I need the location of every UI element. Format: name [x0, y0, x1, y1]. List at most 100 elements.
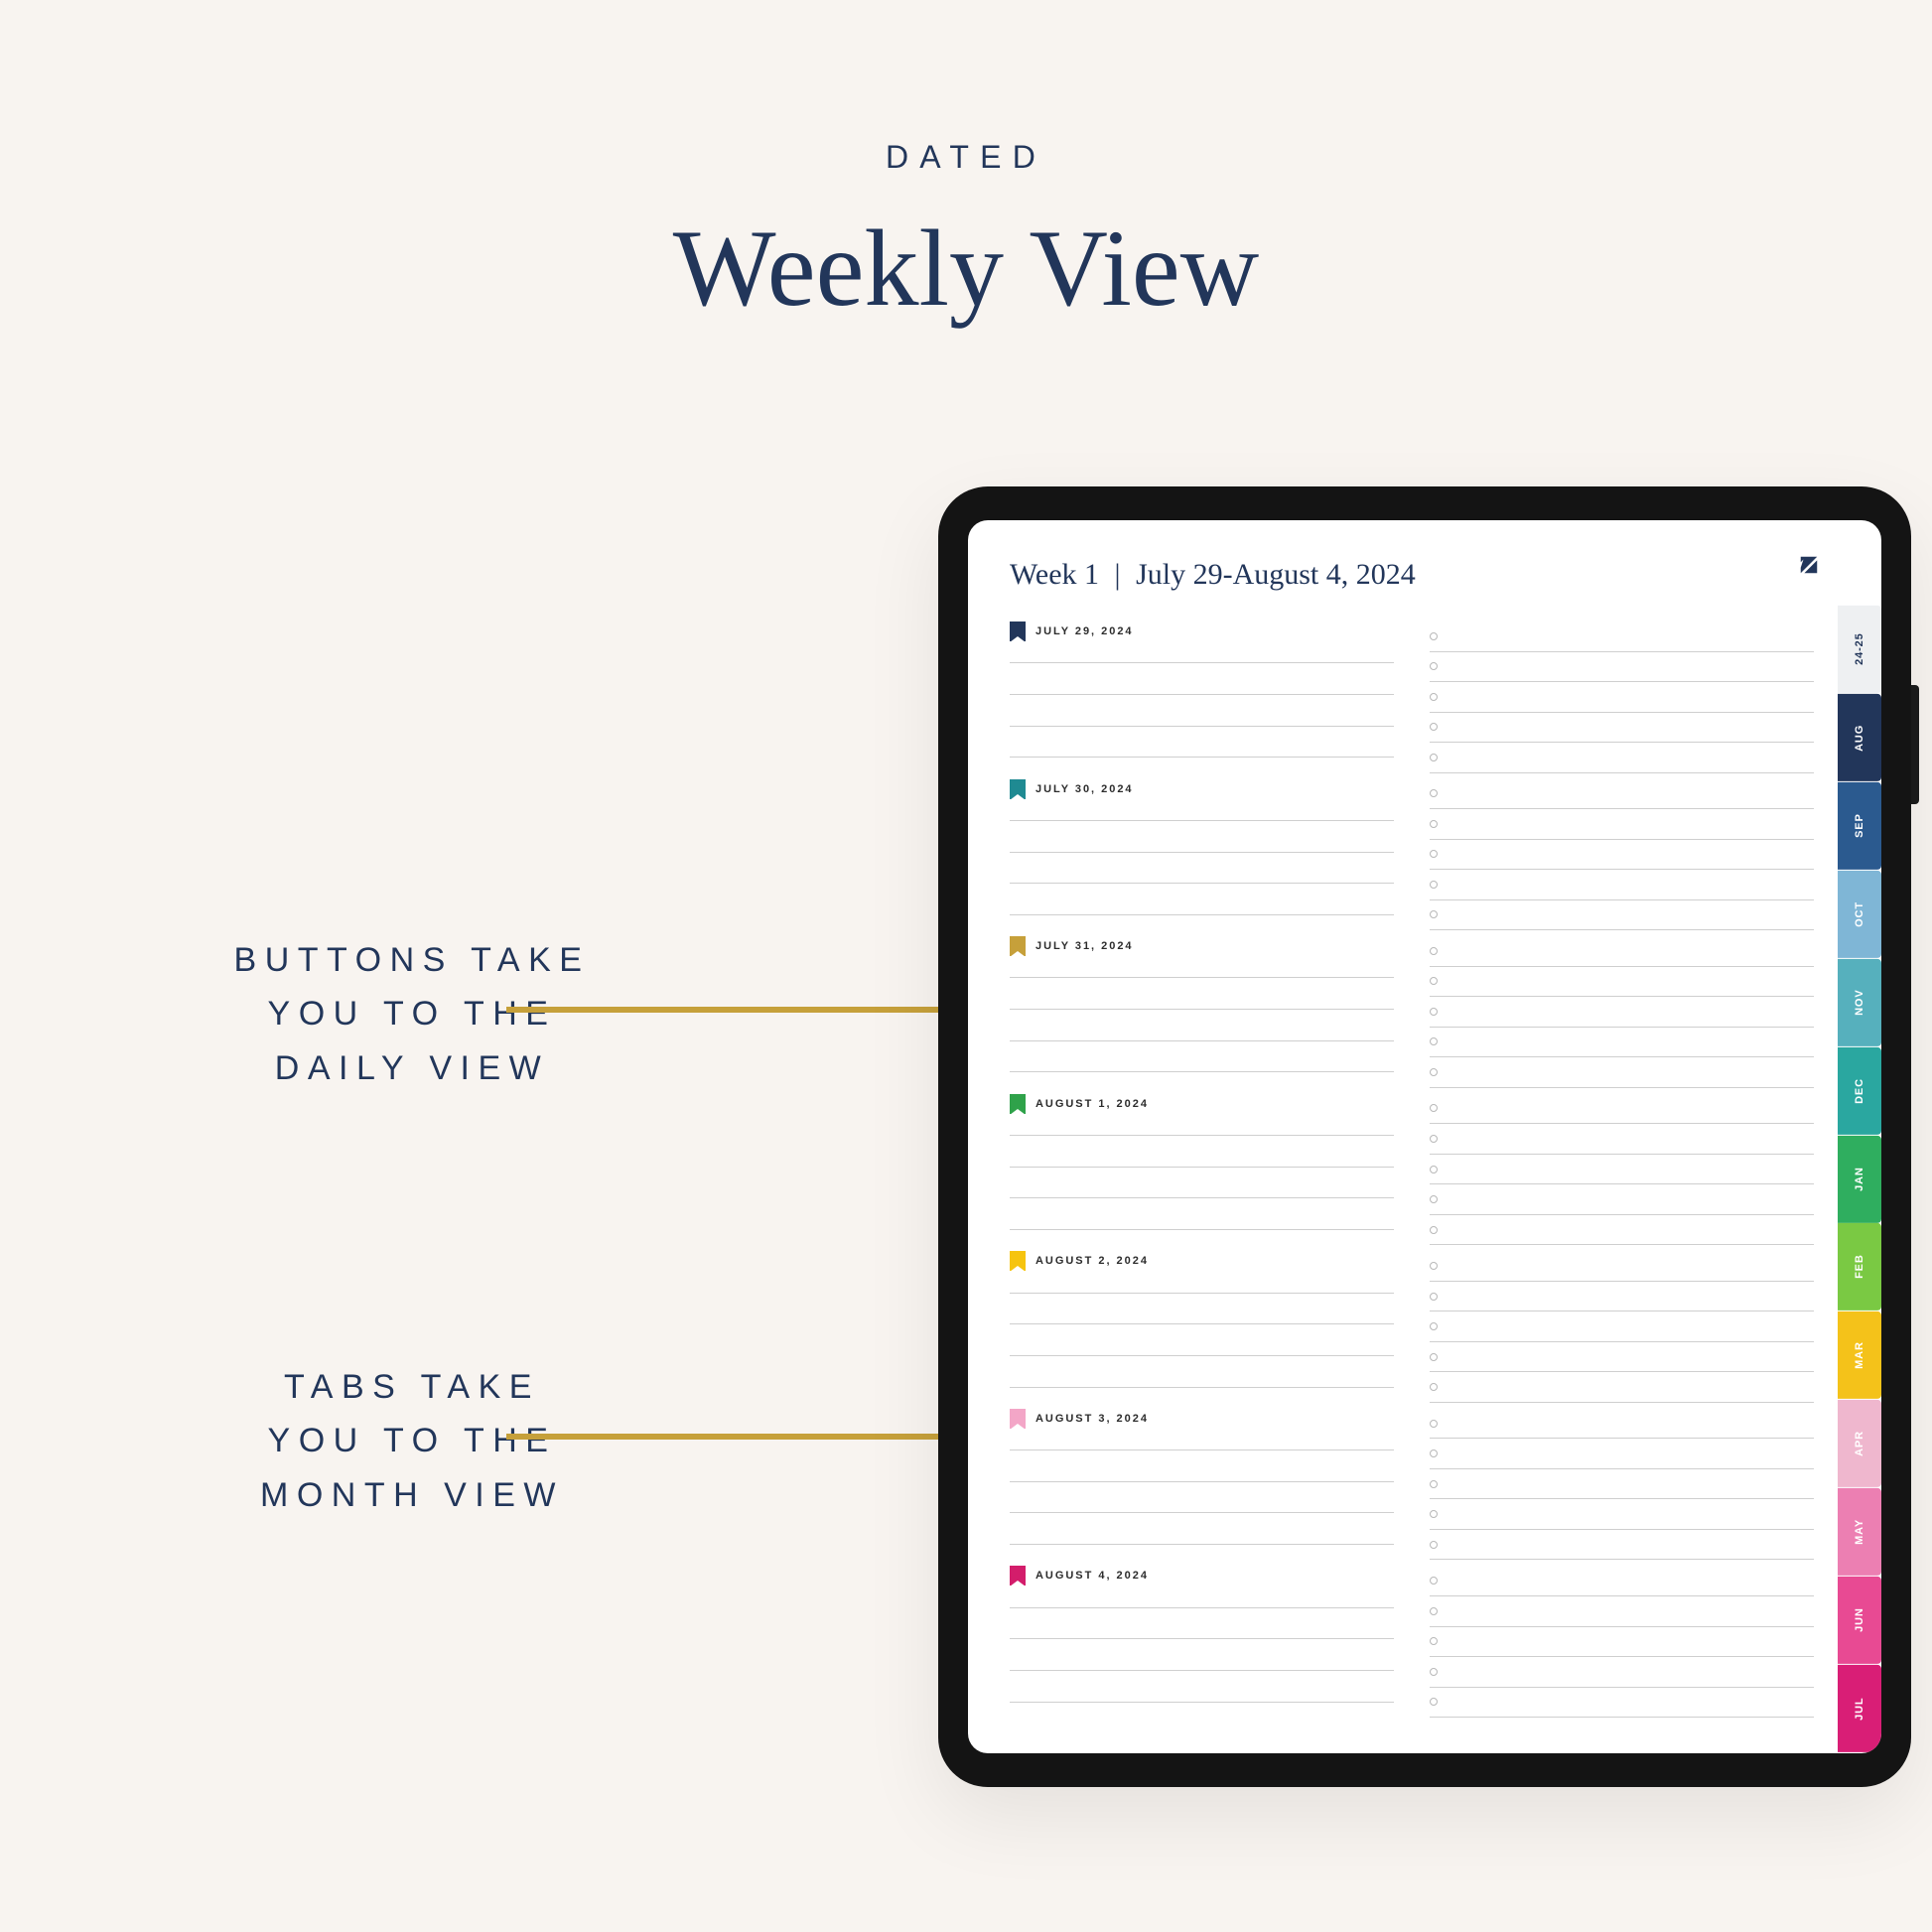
bullet-circle-icon	[1430, 1353, 1438, 1361]
bullet-circle-icon	[1430, 850, 1438, 858]
bullet-circle-icon	[1430, 1449, 1438, 1457]
bullet-circle-icon	[1430, 1037, 1438, 1045]
rule-line	[1010, 1197, 1394, 1198]
todo-line[interactable]	[1430, 900, 1814, 931]
day-header: AUGUST 1, 2024	[1010, 1094, 1394, 1114]
bullet-circle-icon	[1430, 662, 1438, 670]
day-bookmark-icon[interactable]	[1010, 621, 1026, 641]
callout-line: DAILY VIEW	[119, 1041, 705, 1095]
todo-line[interactable]	[1430, 1657, 1814, 1688]
bullet-circle-icon	[1430, 1008, 1438, 1016]
day-block: JULY 30, 2024	[1010, 773, 1394, 931]
day-block: AUGUST 3, 2024	[1010, 1403, 1394, 1561]
todo-line[interactable]	[1430, 936, 1814, 967]
bullet-circle-icon	[1430, 754, 1438, 761]
day-bookmark-icon[interactable]	[1010, 1409, 1026, 1429]
todo-column	[1430, 616, 1814, 1718]
rule-line	[1010, 1670, 1394, 1671]
todo-line[interactable]	[1430, 713, 1814, 744]
todo-line[interactable]	[1430, 840, 1814, 871]
writing-lines	[1010, 962, 1394, 1088]
todo-line[interactable]	[1430, 1596, 1814, 1627]
todo-line[interactable]	[1430, 621, 1814, 652]
todo-line[interactable]	[1430, 1184, 1814, 1215]
todo-line[interactable]	[1430, 1215, 1814, 1246]
rule-line	[1010, 1387, 1394, 1388]
bullet-circle-icon	[1430, 1322, 1438, 1330]
tablet-screen: Week 1 | July 29-August 4, 2024 JULY 29,…	[968, 520, 1881, 1753]
bullet-circle-icon	[1430, 881, 1438, 889]
day-bookmark-icon[interactable]	[1010, 779, 1026, 799]
todo-line[interactable]	[1430, 682, 1814, 713]
callout-line: BUTTONS TAKE	[119, 933, 705, 987]
tab-jun[interactable]: JUN	[1838, 1577, 1881, 1664]
todo-line[interactable]	[1430, 1627, 1814, 1658]
rule-line	[1010, 662, 1394, 663]
todo-line[interactable]	[1430, 1251, 1814, 1282]
tab-feb[interactable]: FEB	[1838, 1223, 1881, 1311]
rule-line	[1010, 1040, 1394, 1041]
tab-may[interactable]: MAY	[1838, 1488, 1881, 1576]
todo-line[interactable]	[1430, 967, 1814, 998]
todo-line[interactable]	[1430, 1439, 1814, 1469]
rule-line	[1010, 852, 1394, 853]
todo-line[interactable]	[1430, 1282, 1814, 1312]
bullet-circle-icon	[1430, 1480, 1438, 1488]
todo-line[interactable]	[1430, 1688, 1814, 1719]
todo-line[interactable]	[1430, 1094, 1814, 1125]
date-range: July 29-August 4, 2024	[1136, 558, 1416, 591]
todo-line[interactable]	[1430, 1311, 1814, 1342]
rule-line	[1010, 757, 1394, 758]
todo-line[interactable]	[1430, 652, 1814, 683]
bullet-circle-icon	[1430, 1607, 1438, 1615]
tab-aug[interactable]: AUG	[1838, 694, 1881, 781]
todo-line[interactable]	[1430, 1057, 1814, 1088]
todo-line[interactable]	[1430, 809, 1814, 840]
day-header: JULY 29, 2024	[1010, 621, 1394, 641]
writing-lines	[1010, 1277, 1394, 1403]
bullet-circle-icon	[1430, 1420, 1438, 1428]
todo-line[interactable]	[1430, 1342, 1814, 1373]
todo-line[interactable]	[1430, 997, 1814, 1028]
todo-line[interactable]	[1430, 870, 1814, 900]
todo-group	[1430, 1403, 1814, 1561]
todo-line[interactable]	[1430, 1028, 1814, 1058]
tab-apr[interactable]: APR	[1838, 1400, 1881, 1487]
todo-line[interactable]	[1430, 1155, 1814, 1185]
tab-nov[interactable]: NOV	[1838, 959, 1881, 1046]
day-bookmark-icon[interactable]	[1010, 1566, 1026, 1586]
tab-oct[interactable]: OCT	[1838, 871, 1881, 958]
callout-line: YOU TO THE	[119, 987, 705, 1040]
day-bookmark-icon[interactable]	[1010, 936, 1026, 956]
day-block: AUGUST 4, 2024	[1010, 1560, 1394, 1718]
week-label: Week 1	[1010, 558, 1099, 591]
todo-line[interactable]	[1430, 1124, 1814, 1155]
day-bookmark-icon[interactable]	[1010, 1251, 1026, 1271]
writing-lines	[1010, 1120, 1394, 1246]
tab-mar[interactable]: MAR	[1838, 1311, 1881, 1399]
day-block: JULY 31, 2024	[1010, 930, 1394, 1088]
tab-jan[interactable]: JAN	[1838, 1136, 1881, 1223]
tab-jul[interactable]: JUL	[1838, 1665, 1881, 1752]
todo-line[interactable]	[1430, 1469, 1814, 1500]
writing-lines	[1010, 1591, 1394, 1718]
rule-line	[1010, 1071, 1394, 1072]
rule-line	[1010, 1544, 1394, 1545]
arrow-icon	[506, 1007, 1011, 1013]
tab-dec[interactable]: DEC	[1838, 1047, 1881, 1135]
todo-line[interactable]	[1430, 779, 1814, 810]
todo-line[interactable]	[1430, 1372, 1814, 1403]
todo-line[interactable]	[1430, 1499, 1814, 1530]
tab-sep[interactable]: SEP	[1838, 782, 1881, 870]
todo-line[interactable]	[1430, 1566, 1814, 1596]
todo-line[interactable]	[1430, 743, 1814, 773]
brand-logo-icon	[1798, 554, 1820, 576]
todo-line[interactable]	[1430, 1530, 1814, 1561]
day-header: AUGUST 4, 2024	[1010, 1566, 1394, 1586]
tab-year[interactable]: 24-25	[1838, 606, 1881, 693]
todo-line[interactable]	[1430, 1409, 1814, 1440]
todo-group	[1430, 1560, 1814, 1718]
todo-group	[1430, 930, 1814, 1088]
day-bookmark-icon[interactable]	[1010, 1094, 1026, 1114]
bullet-circle-icon	[1430, 1541, 1438, 1549]
